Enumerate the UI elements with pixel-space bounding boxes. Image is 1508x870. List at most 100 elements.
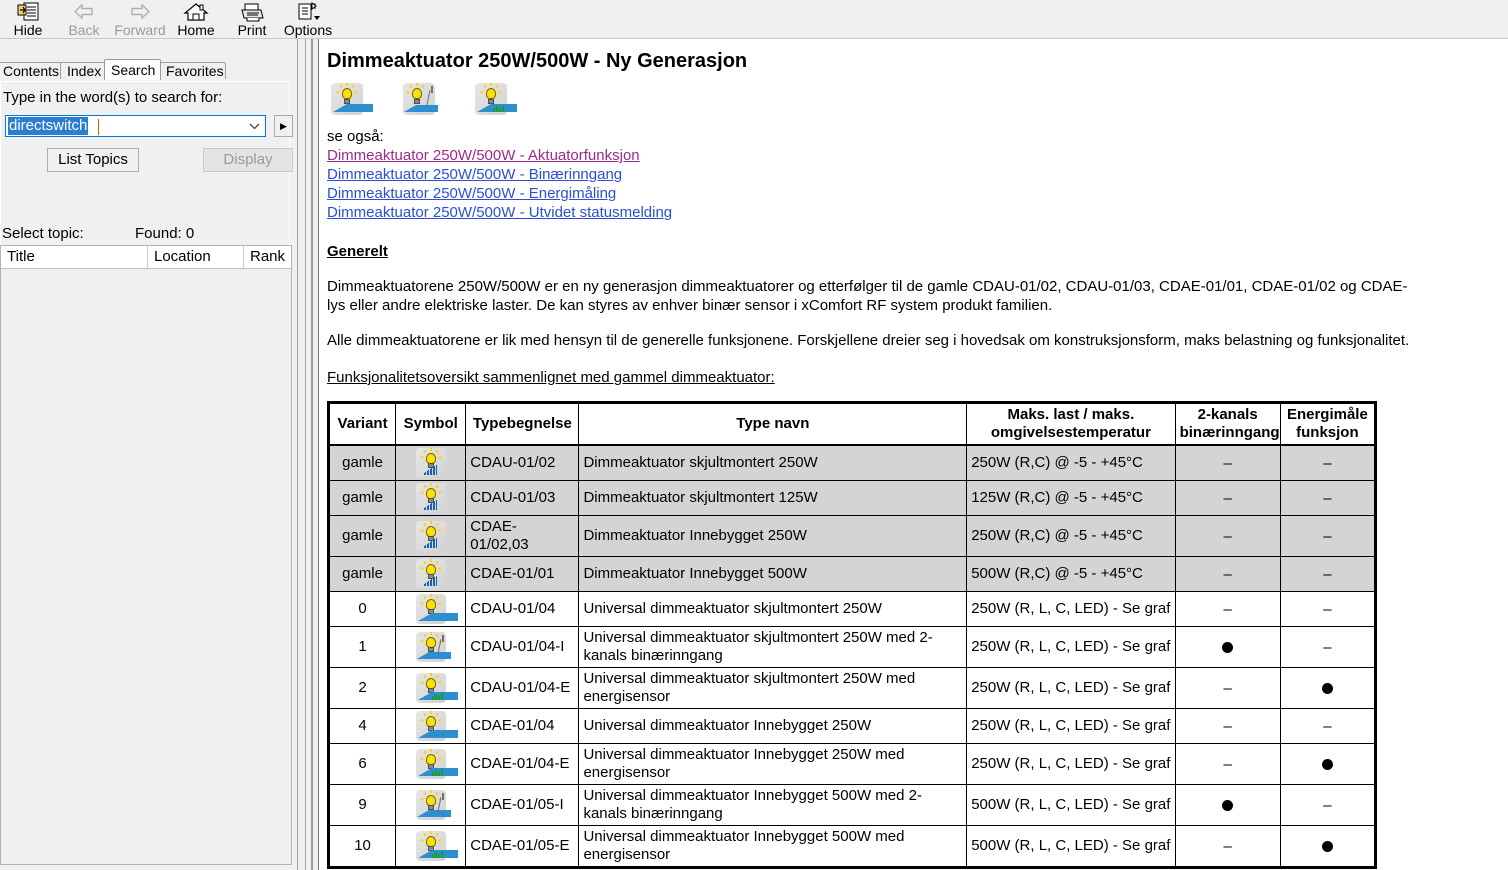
cell-symbol — [395, 515, 467, 557]
hide-pane-icon — [17, 1, 39, 23]
cell-2kanals: – — [1174, 743, 1281, 785]
dimmer-lamp-icon — [331, 83, 373, 115]
tab-search[interactable]: Search — [104, 59, 161, 80]
table-header-row: Variant Symbol Typebegnelse Type navn Ma… — [327, 402, 1377, 446]
cell-type-navn: Universal dimmeaktuator skjultmontert 25… — [578, 591, 968, 627]
cell-variant: 2 — [327, 667, 397, 709]
select-topic-label: Select topic: — [2, 225, 84, 242]
cell-variant: 10 — [327, 825, 397, 868]
cell-type-navn: Universal dimmeaktuator skjultmontert 25… — [578, 667, 968, 709]
cell-type-navn: Universal dimmeaktuator skjultmontert 25… — [578, 626, 968, 668]
table-row: 9 CDAE-01/05-I Universal dimmeaktuator In… — [327, 784, 1377, 826]
column-header-location[interactable]: Location — [148, 246, 243, 268]
cell-symbol — [395, 743, 467, 785]
paragraph-general-1: Dimmeaktuatorene 250W/500W er en ny gene… — [327, 278, 1408, 314]
display-button[interactable]: Display — [203, 148, 293, 172]
cell-energimale: – — [1279, 626, 1377, 668]
search-input[interactable]: directswitch — [5, 115, 266, 137]
back-button[interactable]: Back — [56, 0, 112, 38]
print-button[interactable]: Print — [224, 0, 280, 38]
cell-2kanals: – — [1174, 708, 1281, 744]
cell-symbol — [395, 626, 467, 668]
column-header-title[interactable]: Title — [1, 246, 147, 268]
cell-2kanals: – — [1174, 515, 1281, 557]
cell-typebegnelse: CDAE-01/01 — [465, 556, 580, 592]
options-button[interactable]: Options — [280, 0, 336, 38]
link-binaerinngang[interactable]: Dimmeaktuator 250W/500W - Binærinngang — [327, 165, 1507, 184]
forward-arrow-icon — [128, 1, 152, 23]
filled-dot-icon — [1321, 841, 1333, 853]
link-utvidet-statusmelding[interactable]: Dimmeaktuator 250W/500W - Utvidet status… — [327, 203, 1507, 222]
table-row: 10 CDAE-01/05-E Universal dimmeaktuator I… — [327, 825, 1377, 868]
cell-energimale: – — [1279, 444, 1377, 481]
hide-button[interactable]: Hide — [0, 0, 56, 38]
text-cursor — [98, 119, 99, 135]
cell-type-navn: Universal dimmeaktuator Innebygget 250W … — [578, 743, 968, 785]
cell-type-navn: Dimmeaktuator Innebygget 250W — [578, 515, 968, 557]
cell-maks-last: 250W (R, L, C, LED) - Se graf — [966, 708, 1176, 744]
table-row: 4 CDAE-01/04 Universal dimmeaktuator Inne… — [327, 708, 1377, 744]
see-also-links: Dimmeaktuator 250W/500W - Aktuatorfunksj… — [327, 146, 1507, 222]
tab-favorites-label: Favorites — [166, 63, 224, 79]
list-topics-button[interactable]: List Topics — [47, 148, 139, 172]
cell-energimale: – — [1279, 591, 1377, 627]
play-triangle-icon: ▶ — [280, 120, 287, 131]
nav-tabs: Contents Index Search Favorites — [0, 59, 295, 80]
header-icon-row — [327, 83, 1507, 119]
navigation-pane: Contents Index Search Favorites Type in … — [0, 39, 295, 870]
home-button[interactable]: Home — [168, 0, 224, 38]
link-aktuatorfunksjon[interactable]: Dimmeaktuator 250W/500W - Aktuatorfunksj… — [327, 146, 1507, 165]
column-header-rank[interactable]: Rank — [244, 246, 291, 268]
cell-symbol — [395, 480, 467, 516]
cell-maks-last: 250W (R, L, C, LED) - Se graf — [966, 626, 1176, 668]
functionality-table: Variant Symbol Typebegnelse Type navn Ma… — [327, 401, 1377, 869]
cell-symbol — [395, 784, 467, 826]
dimmer-lamp-energy-icon — [475, 83, 517, 115]
cell-type-navn: Universal dimmeaktuator Innebygget 500W … — [578, 825, 968, 868]
cell-energimale: – — [1279, 556, 1377, 592]
display-label: Display — [223, 151, 273, 168]
cell-variant: gamle — [327, 556, 397, 592]
filled-dot-icon — [1222, 800, 1234, 812]
found-count-label: Found: 0 — [135, 225, 195, 242]
pane-splitter[interactable] — [295, 39, 318, 870]
printer-icon — [239, 1, 265, 23]
back-button-label: Back — [68, 22, 100, 38]
cell-typebegnelse: CDAU-01/04-E — [465, 667, 580, 709]
options-button-label: Options — [283, 22, 333, 38]
tab-index[interactable]: Index — [60, 62, 106, 79]
forward-button[interactable]: Forward — [112, 0, 168, 38]
table-row: 2 CDAU-01/04-E Universal dimmeaktuator sk… — [327, 667, 1377, 709]
print-button-label: Print — [237, 22, 267, 38]
cell-type-navn: Universal dimmeaktuator Innebygget 500W … — [578, 784, 968, 826]
cell-type-navn: Dimmeaktuator skjultmontert 125W — [578, 480, 968, 516]
cell-variant: 0 — [327, 591, 397, 627]
search-go-button[interactable]: ▶ — [274, 115, 293, 137]
cell-maks-last: 500W (R, L, C, LED) - Se graf — [966, 825, 1176, 868]
toolbar: Hide Back Forward Home Print Options — [0, 0, 1508, 39]
search-results-grid[interactable]: Title Location Rank — [0, 245, 292, 865]
filled-dot-icon — [1321, 759, 1333, 771]
results-header-row: Title Location Rank — [1, 246, 291, 269]
tab-contents[interactable]: Contents — [0, 62, 62, 79]
list-topics-label: List Topics — [58, 151, 128, 168]
cell-typebegnelse: CDAU-01/03 — [465, 480, 580, 516]
table-row: gamle CDAU-01/03 Dimmeaktuator skjultmont… — [327, 480, 1377, 516]
cell-2kanals: – — [1174, 556, 1281, 592]
results-list[interactable] — [1, 269, 291, 864]
cell-2kanals: – — [1174, 480, 1281, 516]
cell-maks-last: 250W (R, L, C, LED) - Se graf — [966, 743, 1176, 785]
cell-variant: 6 — [327, 743, 397, 785]
cell-variant: gamle — [327, 444, 397, 481]
cell-symbol — [395, 667, 467, 709]
search-prompt-label: Type in the word(s) to search for: — [3, 89, 223, 106]
link-energimaling[interactable]: Dimmeaktuator 250W/500W - Energimåling — [327, 184, 1507, 203]
chevron-down-icon[interactable] — [248, 120, 261, 133]
filled-dot-icon — [1222, 642, 1234, 654]
cell-energimale: – — [1279, 480, 1377, 516]
cell-maks-last: 250W (R,C) @ -5 - +45°C — [966, 444, 1176, 481]
table-row: gamle CDAU-01/02 Dimmeaktuator skjultmont… — [327, 444, 1377, 481]
tab-favorites[interactable]: Favorites — [159, 62, 226, 79]
topic-content-pane: Dimmeaktuator 250W/500W - Ny Generasjon — [318, 39, 1508, 870]
table-row: gamle CDAE-01/01 Dimmeaktuator Innebygget… — [327, 556, 1377, 592]
